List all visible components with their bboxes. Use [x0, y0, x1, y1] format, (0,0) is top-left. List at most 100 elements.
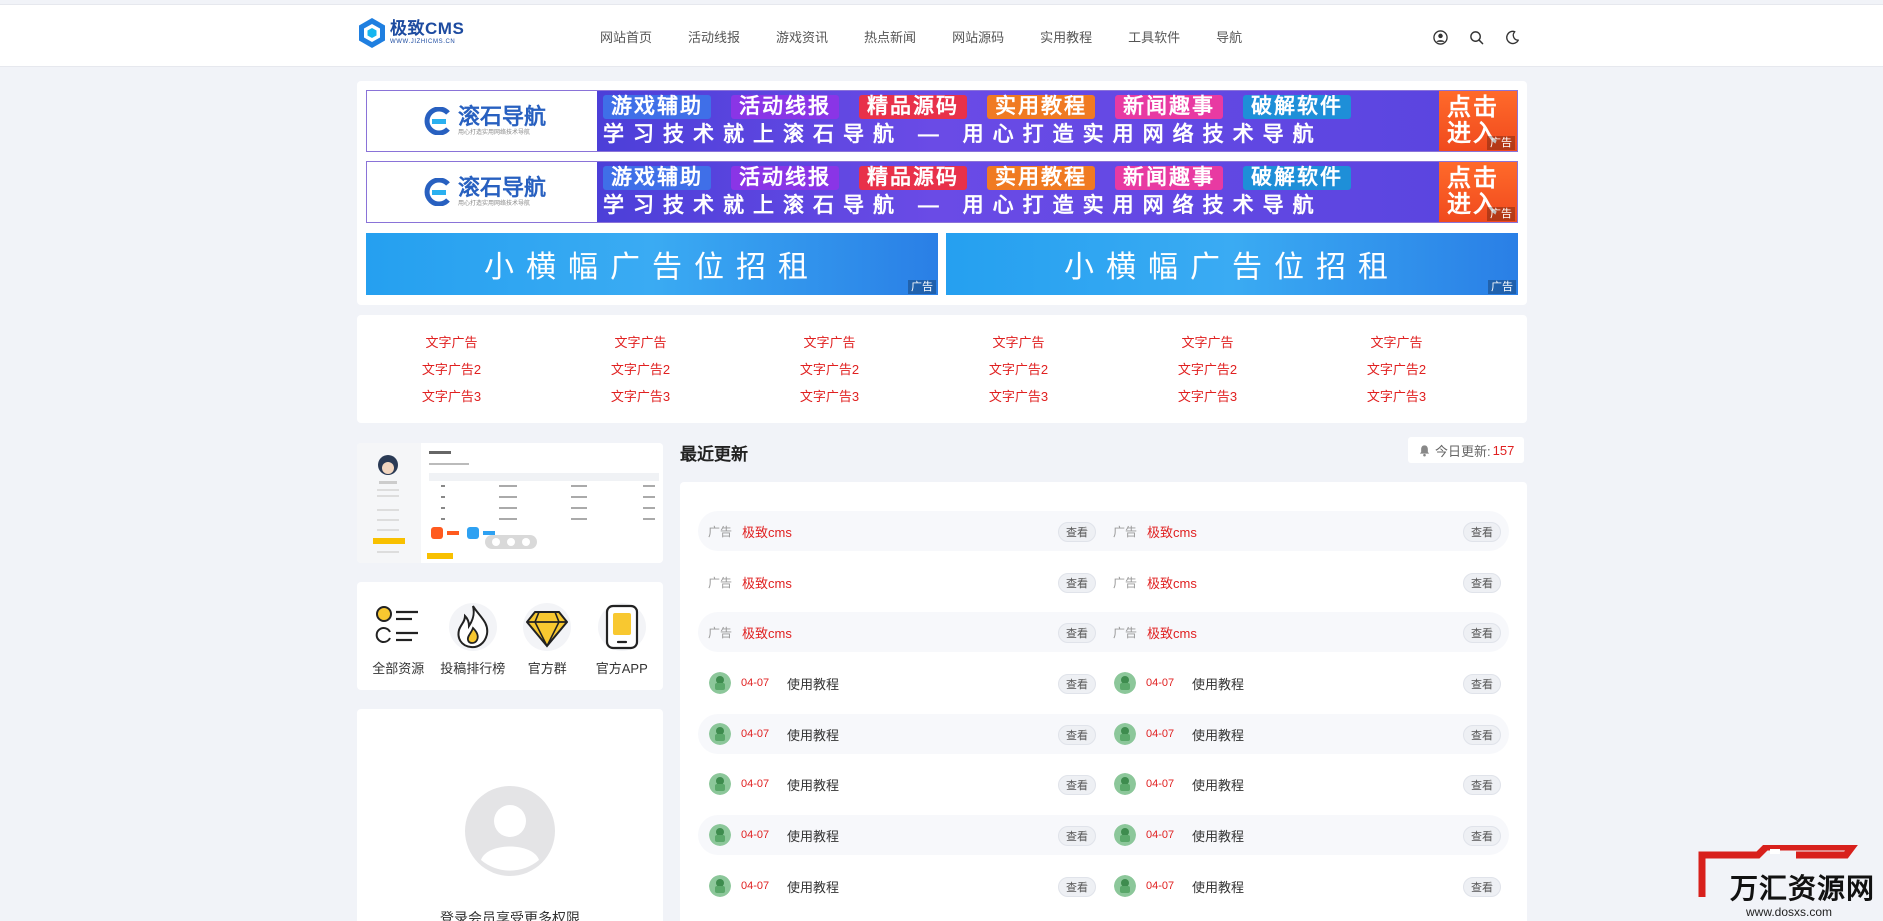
text-ad-link[interactable]: 文字广告 — [357, 329, 546, 356]
text-ad-link[interactable]: 文字广告 — [1113, 329, 1302, 356]
list-row: 04-07 使用教程 查看 04-07 使用教程 查看 — [698, 764, 1509, 804]
list-item[interactable]: 04-07 使用教程 查看 — [698, 866, 1098, 906]
text-ad-link[interactable]: 文字广告2 — [1302, 356, 1491, 383]
post-title[interactable]: 使用教程 — [1192, 674, 1244, 693]
list-item[interactable]: 04-07 使用教程 查看 — [698, 663, 1098, 703]
list-item[interactable]: 广告 极致cms 查看 — [698, 562, 1098, 602]
list-item[interactable]: 04-07 使用教程 查看 — [1103, 663, 1503, 703]
search-icon[interactable] — [1468, 29, 1484, 45]
shortcut-all-resources[interactable]: 全部资源 — [362, 602, 434, 677]
ad-title[interactable]: 极致cms — [1147, 623, 1197, 642]
view-button[interactable]: 查看 — [1058, 877, 1096, 897]
nav-home[interactable]: 网站首页 — [600, 27, 652, 46]
small-banner-ad[interactable]: 小横幅广告位招租 广告 — [366, 233, 938, 295]
list-item[interactable]: 04-07 使用教程 查看 — [1103, 866, 1503, 906]
view-button[interactable]: 查看 — [1058, 826, 1096, 846]
post-title[interactable]: 使用教程 — [787, 775, 839, 794]
post-title[interactable]: 使用教程 — [787, 877, 839, 896]
banner-brand: 滚石导航 用心打造实用网络技术导航 — [367, 162, 597, 222]
nav-tools[interactable]: 工具软件 — [1128, 27, 1180, 46]
text-ad-link[interactable]: 文字广告2 — [1113, 356, 1302, 383]
list-item[interactable]: 04-07 使用教程 查看 — [698, 714, 1098, 754]
banner-chip: 活动线报 — [731, 95, 839, 119]
image-carousel[interactable] — [357, 443, 663, 563]
list-item[interactable]: 广告 极致cms 查看 — [1103, 562, 1503, 602]
post-title[interactable]: 使用教程 — [1192, 775, 1244, 794]
list-item[interactable]: 广告 极致cms 查看 — [1103, 511, 1503, 551]
text-ad-link[interactable]: 文字广告 — [924, 329, 1113, 356]
nav-hot-news[interactable]: 热点新闻 — [864, 27, 916, 46]
list-item[interactable]: 广告 极致cms 查看 — [698, 612, 1098, 652]
login-prompt[interactable]: 登录会员享受更多权限 — [357, 908, 663, 921]
list-item[interactable]: 04-07 使用教程 查看 — [698, 815, 1098, 855]
carousel-dot[interactable] — [521, 538, 530, 546]
ad-title[interactable]: 极致cms — [742, 623, 792, 642]
list-item[interactable]: 广告 极致cms 查看 — [698, 511, 1098, 551]
list-item[interactable]: 广告 极致cms 查看 — [1103, 612, 1503, 652]
view-button[interactable]: 查看 — [1463, 877, 1501, 897]
carousel-dot[interactable] — [492, 538, 501, 546]
logo-subtitle: WWW.JIZHICMS.CN — [390, 39, 456, 45]
view-button[interactable]: 查看 — [1058, 522, 1096, 542]
banner-ad[interactable]: 滚石导航 用心打造实用网络技术导航 游戏辅助 活动线报 精品源码 实用教程 新闻… — [366, 161, 1518, 223]
list-item[interactable]: 04-07 使用教程 查看 — [1103, 714, 1503, 754]
text-ad-link[interactable]: 文字广告3 — [1302, 383, 1491, 410]
view-button[interactable]: 查看 — [1463, 826, 1501, 846]
banner-ad[interactable]: 滚石导航 用心打造实用网络技术导航 游戏辅助 活动线报 精品源码 实用教程 新闻… — [366, 90, 1518, 152]
text-ad-link[interactable]: 文字广告3 — [546, 383, 735, 410]
post-title[interactable]: 使用教程 — [787, 725, 839, 744]
banner-chip: 实用教程 — [987, 95, 1095, 119]
ad-badge: 广告 — [908, 280, 936, 294]
ad-title[interactable]: 极致cms — [742, 522, 792, 541]
small-banner-ad[interactable]: 小横幅广告位招租 广告 — [946, 233, 1518, 295]
bell-icon — [1419, 444, 1430, 456]
view-button[interactable]: 查看 — [1058, 623, 1096, 643]
text-ad-link[interactable]: 文字广告 — [735, 329, 924, 356]
view-button[interactable]: 查看 — [1058, 573, 1096, 593]
carousel-dot[interactable] — [506, 538, 515, 546]
shortcut-submission-ranking[interactable]: 投稿排行榜 — [437, 602, 509, 677]
user-icon[interactable] — [1432, 29, 1448, 45]
shortcut-official-app[interactable]: 官方APP — [586, 602, 658, 677]
text-ad-link[interactable]: 文字广告2 — [924, 356, 1113, 383]
view-button[interactable]: 查看 — [1463, 623, 1501, 643]
view-button[interactable]: 查看 — [1058, 725, 1096, 745]
nav-game-news[interactable]: 游戏资讯 — [776, 27, 828, 46]
text-ad-link[interactable]: 文字广告3 — [1113, 383, 1302, 410]
post-title[interactable]: 使用教程 — [787, 674, 839, 693]
text-ad-link[interactable]: 文字广告2 — [357, 356, 546, 383]
post-title[interactable]: 使用教程 — [1192, 826, 1244, 845]
text-ad-link[interactable]: 文字广告2 — [735, 356, 924, 383]
ad-title[interactable]: 极致cms — [742, 573, 792, 592]
view-button[interactable]: 查看 — [1463, 573, 1501, 593]
site-watermark: 万汇资源网 www.dosxs.com — [1696, 845, 1876, 921]
nav-tutorials[interactable]: 实用教程 — [1040, 27, 1092, 46]
list-item[interactable]: 04-07 使用教程 查看 — [698, 764, 1098, 804]
post-title[interactable]: 使用教程 — [1192, 877, 1244, 896]
text-ad-link[interactable]: 文字广告 — [546, 329, 735, 356]
view-button[interactable]: 查看 — [1058, 674, 1096, 694]
view-button[interactable]: 查看 — [1463, 725, 1501, 745]
ad-title[interactable]: 极致cms — [1147, 522, 1197, 541]
post-title[interactable]: 使用教程 — [1192, 725, 1244, 744]
default-avatar-icon[interactable] — [465, 786, 555, 876]
nav-activity-deals[interactable]: 活动线报 — [688, 27, 740, 46]
ad-title[interactable]: 极致cms — [1147, 573, 1197, 592]
text-ad-link[interactable]: 文字广告 — [1302, 329, 1491, 356]
text-ad-link[interactable]: 文字广告2 — [546, 356, 735, 383]
text-ad-link[interactable]: 文字广告3 — [735, 383, 924, 410]
shortcut-official-group[interactable]: 官方群 — [511, 602, 583, 677]
dark-mode-moon-icon[interactable] — [1504, 29, 1520, 45]
view-button[interactable]: 查看 — [1463, 674, 1501, 694]
view-button[interactable]: 查看 — [1463, 522, 1501, 542]
nav-source-code[interactable]: 网站源码 — [952, 27, 1004, 46]
view-button[interactable]: 查看 — [1463, 775, 1501, 795]
view-button[interactable]: 查看 — [1058, 775, 1096, 795]
list-item[interactable]: 04-07 使用教程 查看 — [1103, 815, 1503, 855]
list-item[interactable]: 04-07 使用教程 查看 — [1103, 764, 1503, 804]
post-title[interactable]: 使用教程 — [787, 826, 839, 845]
text-ad-link[interactable]: 文字广告3 — [924, 383, 1113, 410]
nav-navigation[interactable]: 导航 — [1216, 27, 1242, 46]
text-ad-link[interactable]: 文字广告3 — [357, 383, 546, 410]
site-logo[interactable]: 极致CMS WWW.JIZHICMS.CN — [358, 17, 464, 49]
